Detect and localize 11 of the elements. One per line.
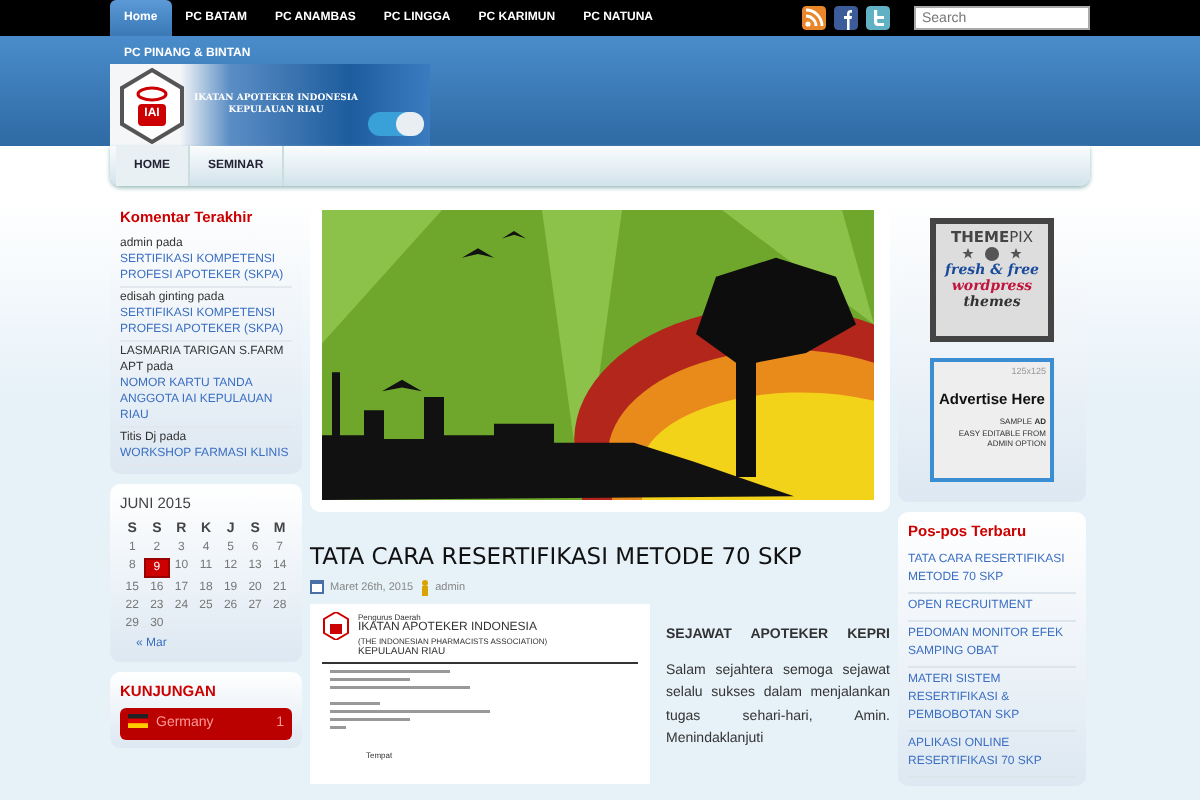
calendar-icon bbox=[310, 580, 324, 595]
twitter-icon[interactable] bbox=[866, 6, 890, 30]
person-icon bbox=[419, 579, 430, 596]
flag-icon bbox=[128, 713, 148, 728]
post-title[interactable]: TATA CARA RESERTIFIKASI METODE 70 SKP bbox=[310, 544, 890, 572]
hexagon-logo-icon bbox=[322, 612, 350, 641]
stars-logo-icon bbox=[962, 246, 1022, 263]
facebook-icon[interactable] bbox=[834, 6, 858, 30]
rss-icon[interactable] bbox=[802, 6, 826, 30]
hexagon-logo-icon bbox=[118, 65, 186, 145]
capsule-icon bbox=[366, 110, 427, 138]
